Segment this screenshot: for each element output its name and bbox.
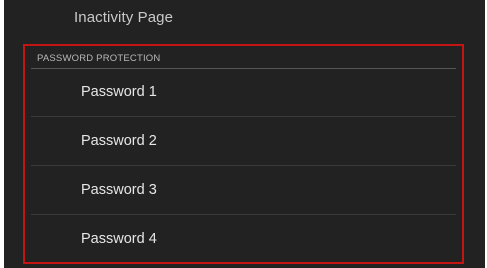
password-4-label: Password 4: [81, 231, 157, 247]
password-protection-highlight: PASSWORD PROTECTION Password 1 Password …: [23, 44, 464, 264]
password-4-item[interactable]: Password 4: [31, 216, 456, 262]
password-1-item[interactable]: Password 1: [31, 69, 456, 117]
section-header-password-protection: PASSWORD PROTECTION: [37, 53, 161, 64]
password-1-label: Password 1: [81, 84, 157, 100]
password-3-item[interactable]: Password 3: [31, 167, 456, 215]
list-divider: [31, 165, 456, 166]
password-2-label: Password 2: [81, 133, 157, 149]
list-divider: [31, 116, 456, 117]
settings-screen: Inactivity Page PASSWORD PROTECTION Pass…: [4, 0, 485, 268]
inactivity-page-item[interactable]: Inactivity Page: [74, 9, 173, 26]
list-divider: [31, 214, 456, 215]
password-3-label: Password 3: [81, 182, 157, 198]
password-2-item[interactable]: Password 2: [31, 118, 456, 166]
